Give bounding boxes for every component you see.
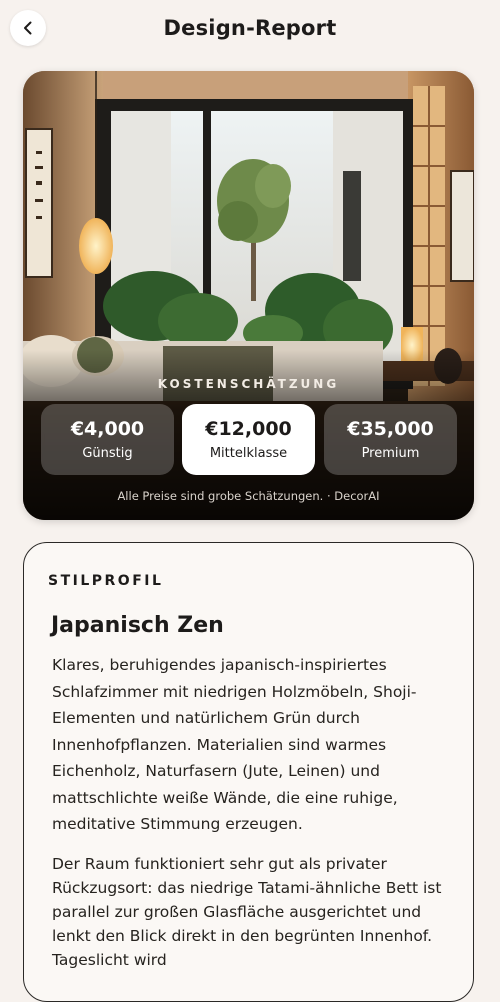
tier-price: €4,000: [70, 418, 145, 440]
style-profile-card: STILPROFIL Japanisch Zen Klares, beruhig…: [23, 542, 474, 1002]
tier-midrange-button[interactable]: €12,000 Mittelklasse: [182, 404, 315, 475]
style-description: Klares, beruhigendes japanisch-inspirier…: [52, 656, 417, 833]
style-name: Japanisch Zen: [51, 613, 224, 638]
page-title: Design-Report: [163, 16, 337, 40]
price-disclaimer: Alle Preise sind grobe Schätzungen. · De…: [117, 489, 380, 503]
tier-price: €35,000: [347, 418, 434, 440]
tier-premium-button[interactable]: €35,000 Premium: [324, 404, 457, 475]
tier-name: Mittelklasse: [209, 446, 288, 461]
section-label: STILPROFIL: [48, 573, 164, 589]
hero-card: KOSTENSCHÄTZUNG €4,000 Günstig €12,000 M…: [23, 71, 474, 520]
style-description-2: Der Raum funktioniert sehr gut als priva…: [52, 855, 442, 969]
tier-name: Premium: [361, 446, 420, 461]
tier-budget-button[interactable]: €4,000 Günstig: [41, 404, 174, 475]
tier-price: €12,000: [205, 418, 292, 440]
cost-estimate-label: KOSTENSCHÄTZUNG: [157, 377, 340, 391]
tier-name: Günstig: [82, 446, 133, 461]
top-bar: Design-Report: [0, 0, 500, 60]
